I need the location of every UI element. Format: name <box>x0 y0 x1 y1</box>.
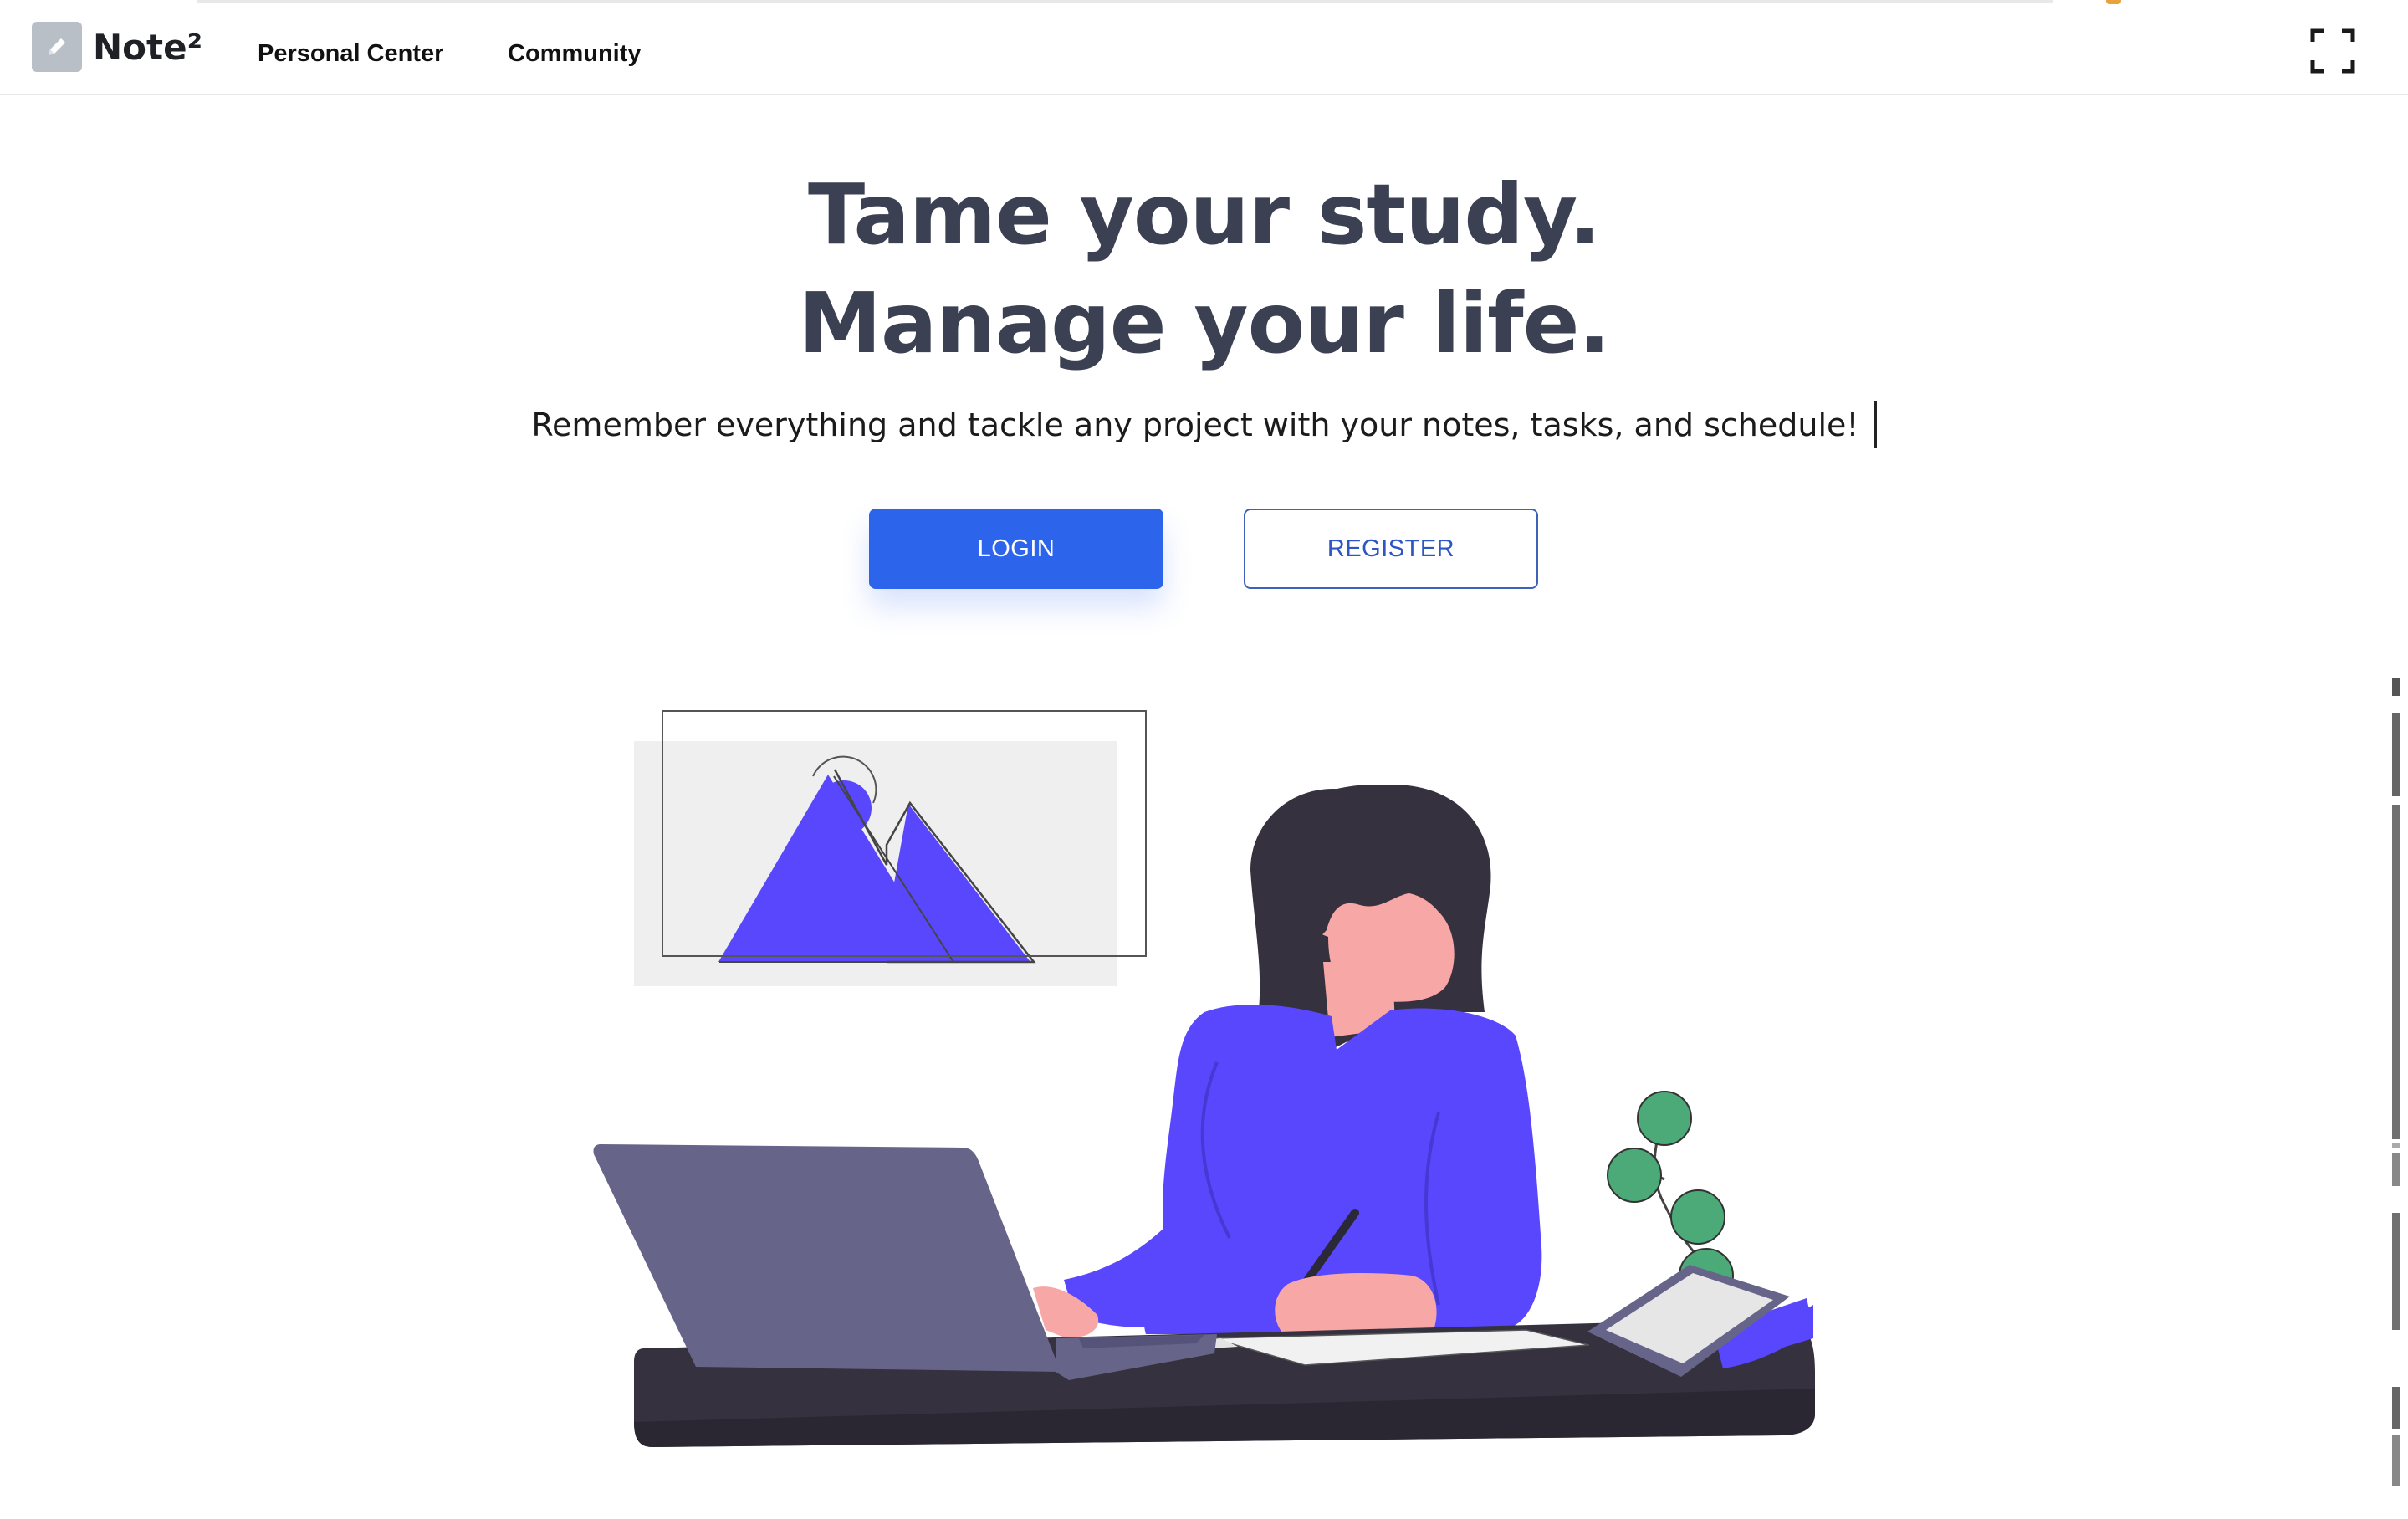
hero-illustration <box>593 710 1815 1447</box>
landing-page: Note² Personal Center Community Tame you… <box>0 0 2408 1519</box>
scrollbar[interactable] <box>2390 678 2402 1519</box>
wall-picture <box>634 710 1147 986</box>
plant <box>1607 1091 1734 1303</box>
